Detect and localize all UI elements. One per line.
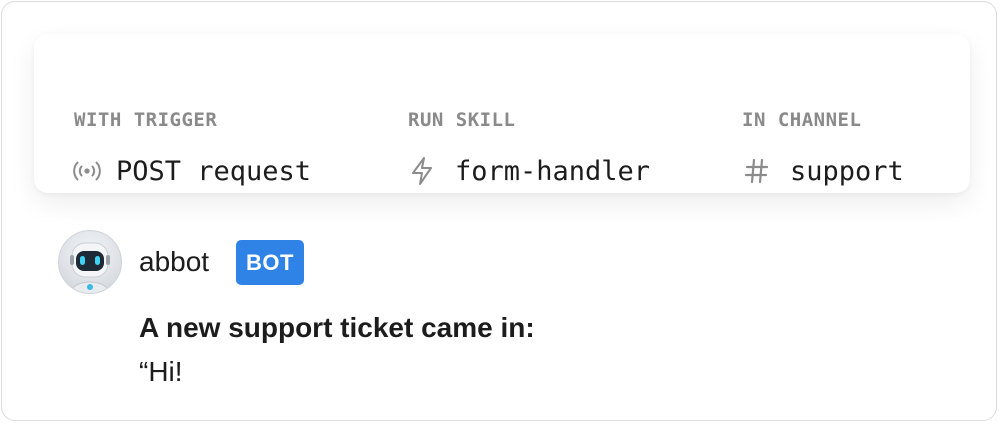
skill-value[interactable]: form-handler [407, 152, 650, 190]
trigger-summary-card: WITH TRIGGER POST request RUN SKILL form… [34, 34, 970, 193]
trigger-column: WITH TRIGGER POST request [34, 34, 354, 193]
channel-column: IN CHANNEL support [684, 34, 970, 193]
robot-avatar-icon[interactable] [58, 230, 122, 294]
username[interactable]: abbot [139, 244, 209, 280]
lightning-icon [407, 156, 437, 186]
hash-icon [742, 156, 772, 186]
message-line-2: “Hi! [139, 356, 183, 387]
skill-value-text: form-handler [455, 155, 651, 187]
bot-badge: BOT [236, 240, 304, 285]
channel-value-text: support [790, 155, 904, 187]
channel-value[interactable]: support [742, 152, 904, 190]
message-line-1: A new support ticket came in: [139, 312, 535, 343]
trigger-label: WITH TRIGGER [74, 109, 218, 131]
broadcast-icon [72, 156, 102, 186]
trigger-value[interactable]: POST request [72, 152, 311, 190]
skill-column: RUN SKILL form-handler [354, 34, 684, 193]
trigger-value-text: POST request [116, 155, 312, 187]
channel-label: IN CHANNEL [742, 109, 862, 131]
skill-label: RUN SKILL [408, 109, 516, 131]
app-frame: WITH TRIGGER POST request RUN SKILL form… [1, 1, 997, 421]
